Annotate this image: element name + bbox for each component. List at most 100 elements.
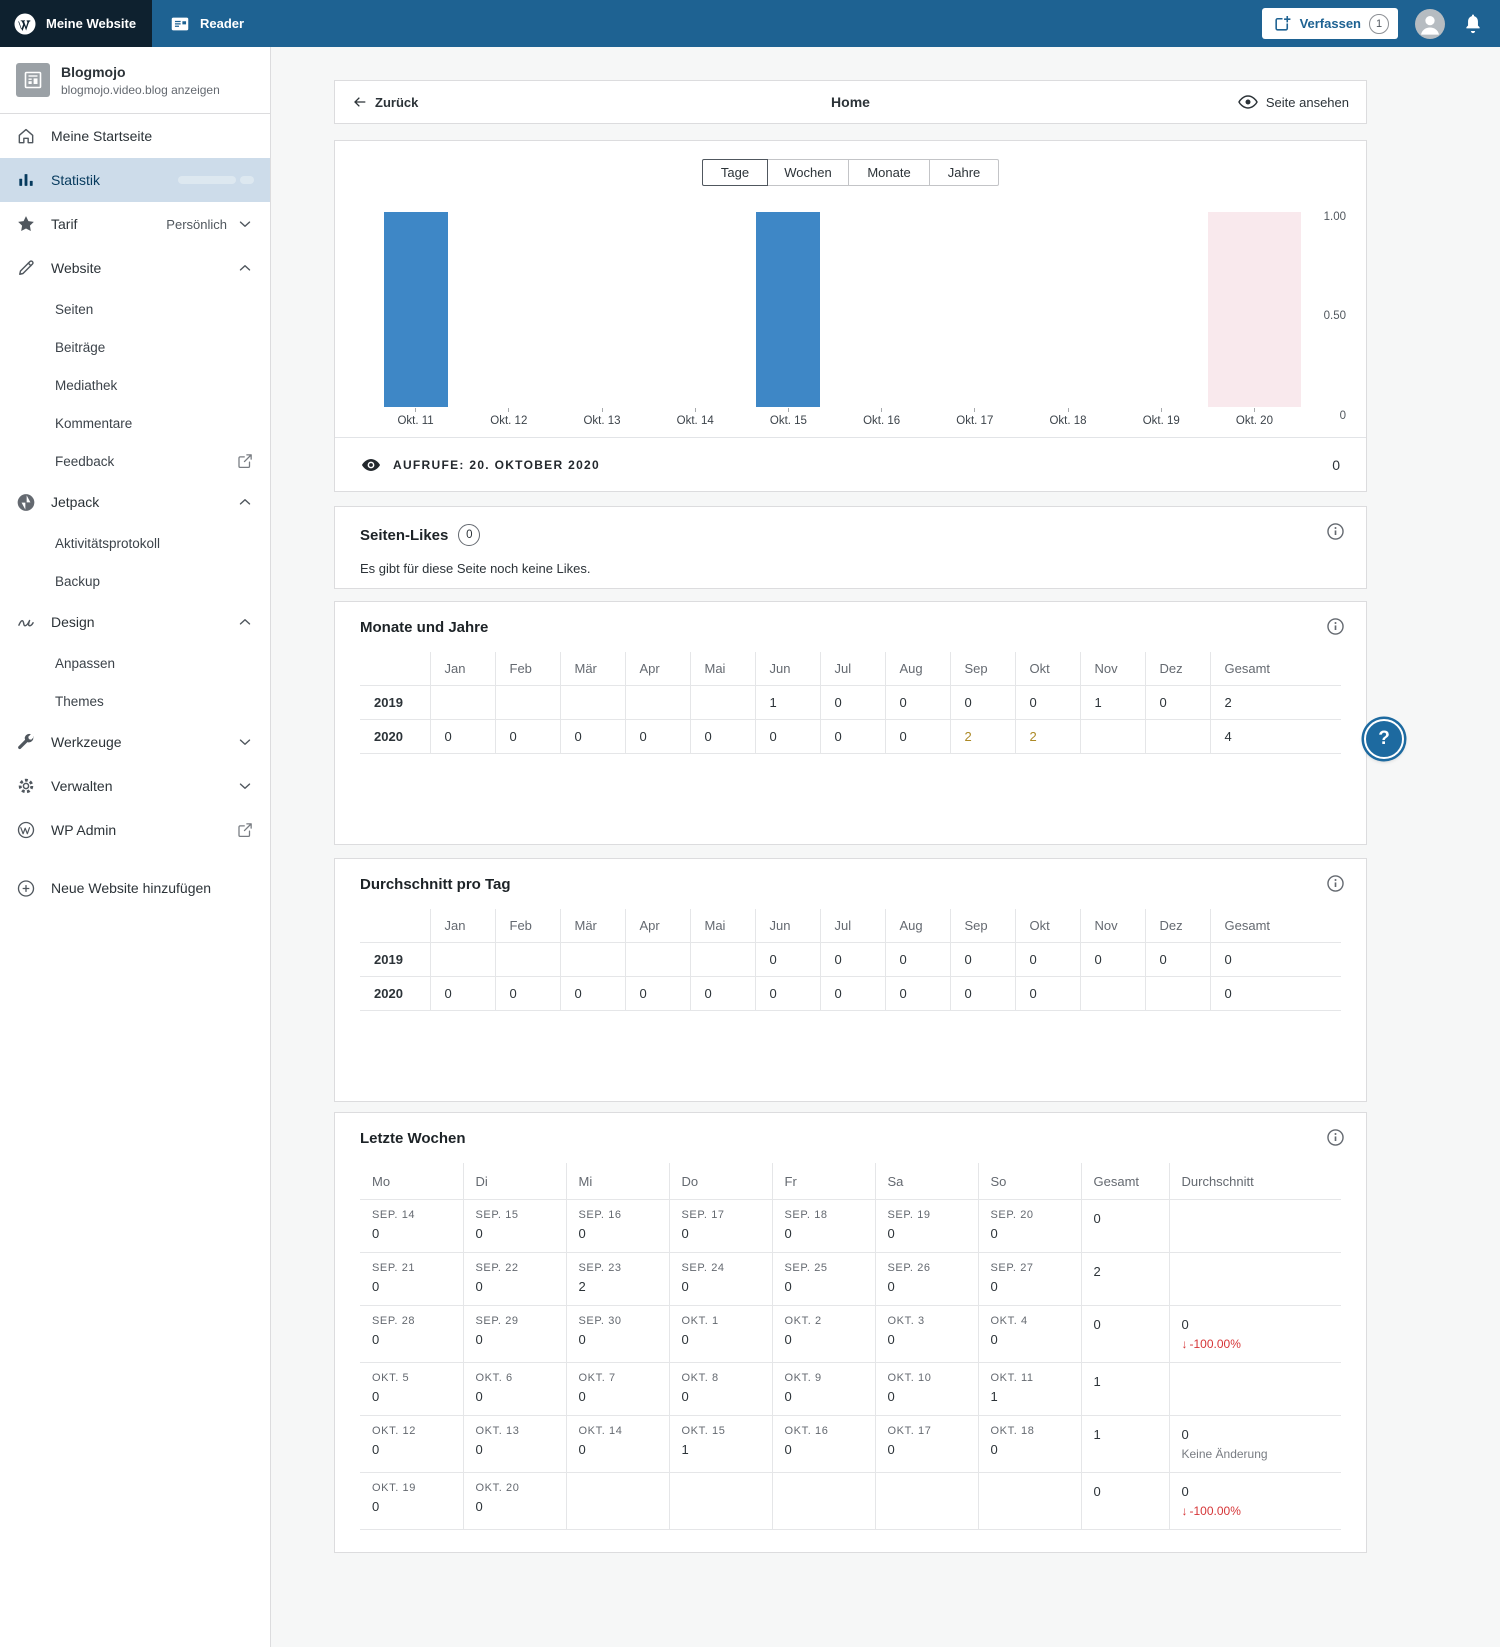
value-cell: 0	[1079, 942, 1145, 977]
tab-wochen[interactable]: Wochen	[767, 159, 849, 186]
x-tick-label: Okt. 13	[555, 408, 648, 427]
chart-summary-row[interactable]: AUFRUFE: 20. OKTOBER 2020 0	[335, 437, 1366, 491]
week-total-cell: 1	[1080, 1362, 1169, 1416]
sidebar-item-statistik[interactable]: Statistik	[0, 158, 270, 202]
add-site-button[interactable]: Neue Website hinzufügen	[0, 866, 270, 910]
tab-monate[interactable]: Monate	[848, 159, 930, 186]
views-summary-value: 0	[1332, 456, 1340, 473]
day-value: 0	[475, 1332, 483, 1347]
table-header-row: Jan Feb Mär Apr Mai Jun Jul Aug Sep Okt Nov Dez Gesa…	[360, 652, 1341, 686]
sidebar-item-seiten[interactable]: Seiten	[0, 290, 270, 328]
masthead-my-site[interactable]: Meine Website	[0, 0, 152, 47]
x-tick-label: Okt. 19	[1115, 408, 1208, 427]
help-button[interactable]: ?	[1364, 719, 1404, 759]
masthead-reader[interactable]: Reader	[152, 0, 261, 47]
day-date: SEP. 30	[578, 1315, 622, 1327]
column-header-feb: Feb	[494, 652, 560, 686]
sidebar-item-aktivitätsprotokoll[interactable]: Aktivitätsprotokoll	[0, 524, 270, 562]
day-date: SEP. 18	[784, 1209, 828, 1221]
column-header-nov: Nov	[1079, 652, 1145, 686]
info-icon[interactable]	[1325, 521, 1346, 542]
chart-column-okt-15[interactable]	[742, 212, 835, 407]
day-cell: SEP. 22 0	[462, 1252, 566, 1306]
sidebar-item-wp-admin[interactable]: WP Admin	[0, 808, 270, 852]
sidebar-item-website[interactable]: Website	[0, 246, 270, 290]
compose-button[interactable]: Verfassen 1	[1261, 8, 1398, 39]
sidebar-item-werkzeuge[interactable]: Werkzeuge	[0, 720, 270, 764]
column-header-do: Do	[668, 1163, 772, 1200]
likes-empty-text: Es gibt für diese Seite noch keine Likes…	[360, 561, 591, 576]
cell-value[interactable]: 2	[1030, 729, 1037, 744]
chart-column-okt-19[interactable]	[1115, 212, 1208, 407]
cell-value: 0	[444, 986, 452, 1001]
chart-column-okt-13[interactable]	[555, 212, 648, 407]
day-value: 0	[372, 1499, 380, 1514]
chart-column-okt-11[interactable]	[369, 212, 462, 407]
day-date: OKT. 18	[990, 1425, 1035, 1437]
site-subtitle[interactable]: blogmojo.video.blog anzeigen	[61, 83, 220, 97]
day-cell: SEP. 29 0	[462, 1305, 566, 1363]
chart-column-okt-18[interactable]	[1021, 212, 1114, 407]
chart-column-okt-16[interactable]	[835, 212, 928, 407]
add-site-label: Neue Website hinzufügen	[51, 880, 212, 896]
info-icon[interactable]	[1325, 873, 1346, 894]
sidebar-item-anpassen[interactable]: Anpassen	[0, 644, 270, 682]
day-date: OKT. 8	[681, 1372, 719, 1384]
info-icon[interactable]	[1325, 1127, 1346, 1148]
value-cell: 0	[689, 976, 755, 1011]
table-row: OKT. 12 0 OKT. 13 0 OKT. 14 0 OKT. 15 1 OKT. 16 0…	[360, 1415, 1341, 1473]
site-switcher[interactable]: Blogmojo blogmojo.video.blog anzeigen	[0, 47, 270, 114]
sidebar-item-mediathek[interactable]: Mediathek	[0, 366, 270, 404]
daily-average-title: Durchschnitt pro Tag	[360, 876, 511, 893]
eye-icon	[1238, 95, 1258, 109]
sidebar-item-jetpack[interactable]: Jetpack	[0, 480, 270, 524]
week-average-cell	[1168, 1199, 1341, 1253]
sidebar-item-beiträge[interactable]: Beiträge	[0, 328, 270, 366]
sidebar-item-themes[interactable]: Themes	[0, 682, 270, 720]
day-value[interactable]: 2	[579, 1279, 663, 1294]
value-cell: 0	[754, 976, 820, 1011]
sidebar-item-meine-startseite[interactable]: Meine Startseite	[0, 114, 270, 158]
total-cell: 0	[1209, 942, 1341, 977]
sidebar-item-backup[interactable]: Backup	[0, 562, 270, 600]
notifications-bell-icon[interactable]	[1462, 13, 1484, 35]
day-cell: OKT. 14 0	[565, 1415, 669, 1473]
daily-average-table: Jan Feb Mär Apr Mai Jun Jul Aug Sep Okt Nov Dez Gesa…	[360, 909, 1341, 1011]
year-cell: 2020	[360, 976, 430, 1011]
cell-value[interactable]: 2	[965, 729, 972, 744]
likes-count-badge: 0	[458, 524, 481, 546]
sidebar-item-feedback[interactable]: Feedback	[0, 442, 270, 480]
view-page-link[interactable]: Seite ansehen	[1238, 95, 1349, 110]
arrow-down-icon: ↓	[1181, 1504, 1188, 1518]
sidebar-item-label: WP Admin	[51, 822, 117, 838]
sidebar-item-kommentare[interactable]: Kommentare	[0, 404, 270, 442]
chart-column-okt-14[interactable]	[649, 212, 742, 407]
column-header-jul: Jul	[819, 909, 885, 943]
chart-column-okt-12[interactable]	[462, 212, 555, 407]
sidebar-item-tarif[interactable]: Tarif Persönlich	[0, 202, 270, 246]
sidebar-item-verwalten[interactable]: Verwalten	[0, 764, 270, 808]
cell-value: 0	[964, 952, 972, 967]
day-date: SEP. 16	[578, 1209, 622, 1221]
x-tick-label: Okt. 11	[369, 408, 462, 427]
info-icon[interactable]	[1325, 616, 1346, 637]
back-button[interactable]: Zurück	[352, 94, 418, 110]
tab-tage[interactable]: Tage	[702, 159, 768, 186]
day-date: OKT. 6	[475, 1372, 513, 1384]
value-cell: 0	[884, 976, 950, 1011]
day-value: 0	[681, 1332, 689, 1347]
value-cell	[1079, 976, 1145, 1011]
sidebar-item-label: Themes	[55, 693, 104, 709]
chart-column-okt-17[interactable]	[928, 212, 1021, 407]
value-cell: 0	[884, 685, 950, 720]
tab-jahre[interactable]: Jahre	[929, 159, 999, 186]
total-cell: 4	[1209, 719, 1341, 754]
cell-value: 0	[1094, 952, 1102, 967]
bar-okt-11	[383, 212, 448, 407]
week-total-cell: 0	[1080, 1472, 1169, 1530]
average-note: Keine Änderung	[1181, 1447, 1268, 1461]
sidebar-item-design[interactable]: Design	[0, 600, 270, 644]
value-cell: 1	[1079, 685, 1145, 720]
column-header-jul: Jul	[819, 652, 885, 686]
avatar[interactable]	[1415, 8, 1445, 39]
